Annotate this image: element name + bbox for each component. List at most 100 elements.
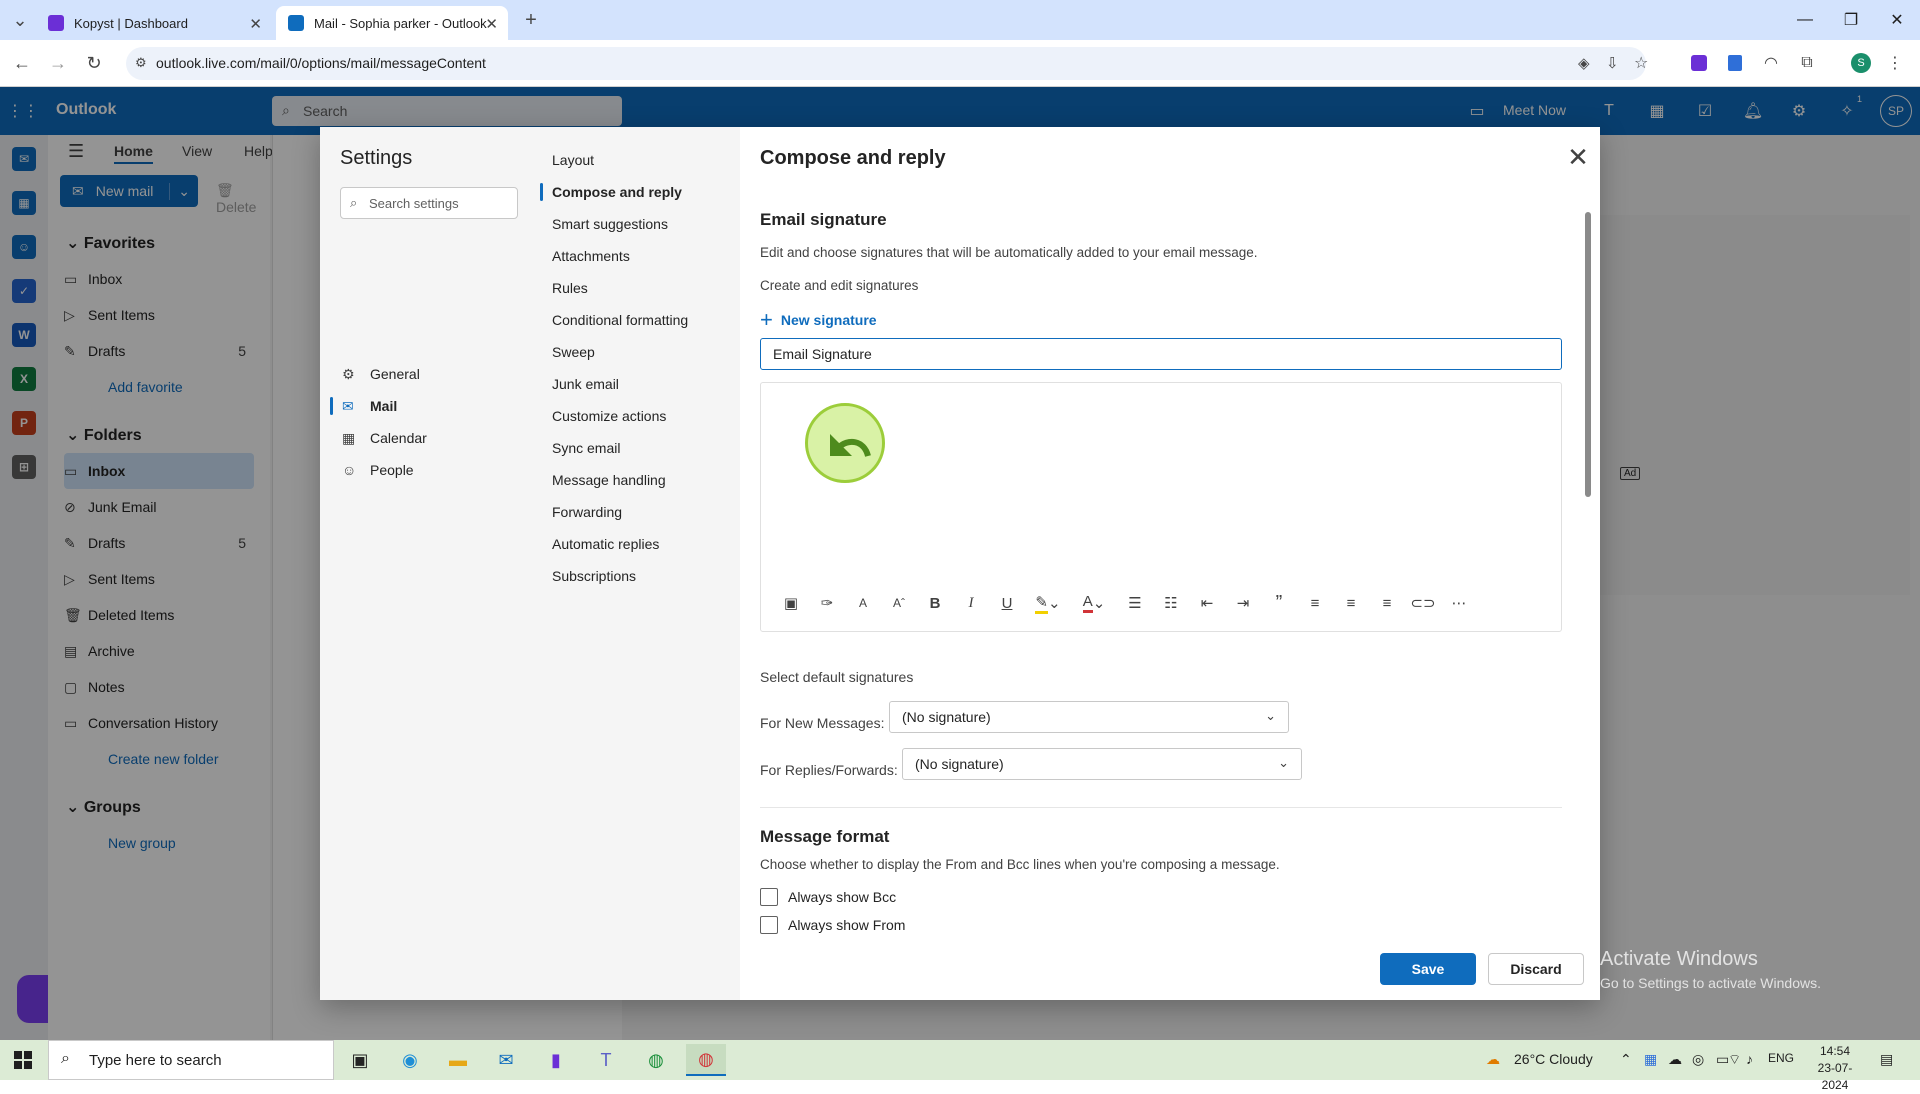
font-color-icon[interactable]: A ⌄ <box>1071 591 1117 615</box>
new-messages-signature-dropdown[interactable]: (No signature) ⌄ <box>889 701 1289 733</box>
minimize-icon[interactable]: — <box>1782 0 1828 40</box>
numbering-icon[interactable]: ☷ <box>1153 591 1189 615</box>
link-icon[interactable]: ⊂⊃ <box>1405 591 1441 615</box>
settings-category-people[interactable]: ☺ People <box>342 455 414 485</box>
notifications-icon[interactable]: ▤ <box>1880 1051 1893 1068</box>
tray-status-icon[interactable]: ◎ <box>1692 1051 1704 1068</box>
always-show-from-checkbox[interactable]: Always show From <box>760 916 905 934</box>
signature-editor[interactable]: ▣ ✑ A Aˆ B I U ✎ ⌄ A ⌄ ☰ ☷ ⇤ ⇥ ” ≡ ≡ ≡ ⊂… <box>760 382 1562 632</box>
network-icon[interactable]: ⌔ <box>1728 1051 1741 1069</box>
settings-search-input[interactable]: ⌕ Search settings <box>340 187 518 219</box>
align-right-icon[interactable]: ≡ <box>1369 591 1405 615</box>
settings-category-mail[interactable]: ✉ Mail <box>342 391 397 421</box>
forward-icon[interactable]: → <box>45 50 71 76</box>
underline-icon[interactable]: U <box>989 591 1025 615</box>
url-text: outlook.live.com/mail/0/options/mail/mes… <box>156 55 486 71</box>
file-explorer-icon[interactable]: ▬ <box>438 1044 478 1076</box>
eye-off-icon[interactable]: ◈ <box>1578 54 1590 72</box>
cloud-icon[interactable]: ☁ <box>1668 1051 1682 1068</box>
always-show-bcc-checkbox[interactable]: Always show Bcc <box>760 888 896 906</box>
settings-category-calendar[interactable]: ▦ Calendar <box>342 423 427 453</box>
bookmark-star-icon[interactable]: ☆ <box>1634 53 1648 73</box>
font-icon[interactable]: A <box>845 591 881 615</box>
settings-sub-compose-and-reply[interactable]: Compose and reply <box>552 184 682 200</box>
insert-image-icon[interactable]: ▣ <box>773 591 809 615</box>
mail-taskbar-icon[interactable]: ✉ <box>486 1044 526 1076</box>
bullets-icon[interactable]: ☰ <box>1117 591 1153 615</box>
align-left-icon[interactable]: ≡ <box>1297 591 1333 615</box>
teams-taskbar-icon[interactable]: T <box>586 1044 626 1076</box>
discard-button[interactable]: Discard <box>1488 953 1584 985</box>
extensions-puzzle-icon[interactable]: ⧉ <box>1796 52 1818 74</box>
settings-sub-subscriptions[interactable]: Subscriptions <box>552 568 636 584</box>
settings-sub-layout[interactable]: Layout <box>552 152 594 168</box>
align-center-icon[interactable]: ≡ <box>1333 591 1369 615</box>
settings-sub-junk-email[interactable]: Junk email <box>552 376 619 392</box>
edge-icon[interactable]: ◉ <box>390 1044 430 1076</box>
close-tab-icon[interactable]: ✕ <box>485 15 498 33</box>
volume-icon[interactable]: ♪ <box>1746 1051 1753 1067</box>
checkbox-box[interactable] <box>760 916 778 934</box>
signature-name-input[interactable]: Email Signature <box>760 338 1562 370</box>
extension-doc-icon[interactable] <box>1724 52 1746 74</box>
browser-tab-kopyst[interactable]: Kopyst | Dashboard ✕ <box>36 6 272 40</box>
font-size-icon[interactable]: Aˆ <box>881 591 917 615</box>
increase-indent-icon[interactable]: ⇥ <box>1225 591 1261 615</box>
profile-avatar-icon[interactable]: S <box>1850 52 1872 74</box>
quote-icon[interactable]: ” <box>1261 591 1297 615</box>
settings-sub-attachments[interactable]: Attachments <box>552 248 630 264</box>
weather-text[interactable]: 26°C Cloudy <box>1514 1051 1593 1067</box>
browser-menu-icon[interactable]: ⋮ <box>1884 52 1906 74</box>
weather-icon[interactable]: ☁ <box>1486 1051 1500 1068</box>
back-icon[interactable]: ← <box>9 50 35 76</box>
settings-sub-conditional-formatting[interactable]: Conditional formatting <box>552 312 688 328</box>
decrease-indent-icon[interactable]: ⇤ <box>1189 591 1225 615</box>
new-tab-icon[interactable]: + <box>518 7 544 33</box>
kopyst-taskbar-icon[interactable]: ▮ <box>536 1044 576 1076</box>
chevron-up-icon[interactable]: ⌃ <box>1620 1051 1632 1068</box>
browser-tab-strip: ⌄ Kopyst | Dashboard ✕ Mail - Sophia par… <box>0 0 1920 40</box>
settings-sub-sweep[interactable]: Sweep <box>552 344 595 360</box>
checkbox-box[interactable] <box>760 888 778 906</box>
activate-windows-watermark: Activate Windows Go to Settings to activ… <box>1600 948 1821 991</box>
save-button[interactable]: Save <box>1380 953 1476 985</box>
settings-sub-smart-suggestions[interactable]: Smart suggestions <box>552 216 668 232</box>
settings-sub-sync-email[interactable]: Sync email <box>552 440 620 456</box>
settings-sub-automatic-replies[interactable]: Automatic replies <box>552 536 659 552</box>
close-window-icon[interactable]: ✕ <box>1874 0 1920 40</box>
extension-arc-icon[interactable]: ◠ <box>1760 52 1782 74</box>
reload-icon[interactable]: ↻ <box>81 50 107 76</box>
settings-sub-forwarding[interactable]: Forwarding <box>552 504 622 520</box>
new-signature-button[interactable]: + New signature <box>760 307 877 333</box>
taskbar-search-input[interactable]: ⌕ Type here to search <box>48 1040 334 1080</box>
browser-tab-outlook[interactable]: Mail - Sophia parker - Outlook ✕ <box>276 6 508 40</box>
tray-app-icon[interactable]: ▦ <box>1644 1051 1657 1068</box>
windows-start-icon[interactable] <box>14 1051 32 1069</box>
kopyst-extension-icon[interactable] <box>1688 52 1710 74</box>
bold-icon[interactable]: B <box>917 591 953 615</box>
format-painter-icon[interactable]: ✑ <box>809 591 845 615</box>
url-field[interactable]: ⚙ outlook.live.com/mail/0/options/mail/m… <box>126 47 1648 80</box>
language-indicator[interactable]: ENG <box>1768 1051 1794 1065</box>
close-icon[interactable]: ✕ <box>1563 142 1593 172</box>
clock[interactable]: 14:54 23-07-2024 <box>1805 1043 1865 1094</box>
signature-image[interactable] <box>805 403 885 483</box>
settings-sub-rules[interactable]: Rules <box>552 280 588 296</box>
chrome-taskbar-icon[interactable]: ◍ <box>636 1044 676 1076</box>
chrome-active-taskbar-icon[interactable]: ◍ <box>686 1044 726 1076</box>
close-tab-icon[interactable]: ✕ <box>249 15 262 33</box>
more-options-icon[interactable]: ⋯ <box>1441 591 1477 615</box>
settings-sub-customize-actions[interactable]: Customize actions <box>552 408 666 424</box>
signature-description: Edit and choose signatures that will be … <box>760 245 1258 260</box>
install-app-icon[interactable]: ⇩ <box>1606 54 1619 72</box>
italic-icon[interactable]: I <box>953 591 989 615</box>
site-info-icon[interactable]: ⚙ <box>135 55 147 71</box>
replies-signature-dropdown[interactable]: (No signature) ⌄ <box>902 748 1302 780</box>
tab-search-chevron-icon[interactable]: ⌄ <box>7 7 33 33</box>
settings-sub-message-handling[interactable]: Message handling <box>552 472 666 488</box>
highlight-icon[interactable]: ✎ ⌄ <box>1025 591 1071 615</box>
restore-icon[interactable]: ❐ <box>1828 0 1874 40</box>
scrollbar[interactable] <box>1585 212 1591 497</box>
task-view-icon[interactable]: ▣ <box>340 1044 380 1076</box>
settings-category-general[interactable]: ⚙ General <box>342 359 420 389</box>
